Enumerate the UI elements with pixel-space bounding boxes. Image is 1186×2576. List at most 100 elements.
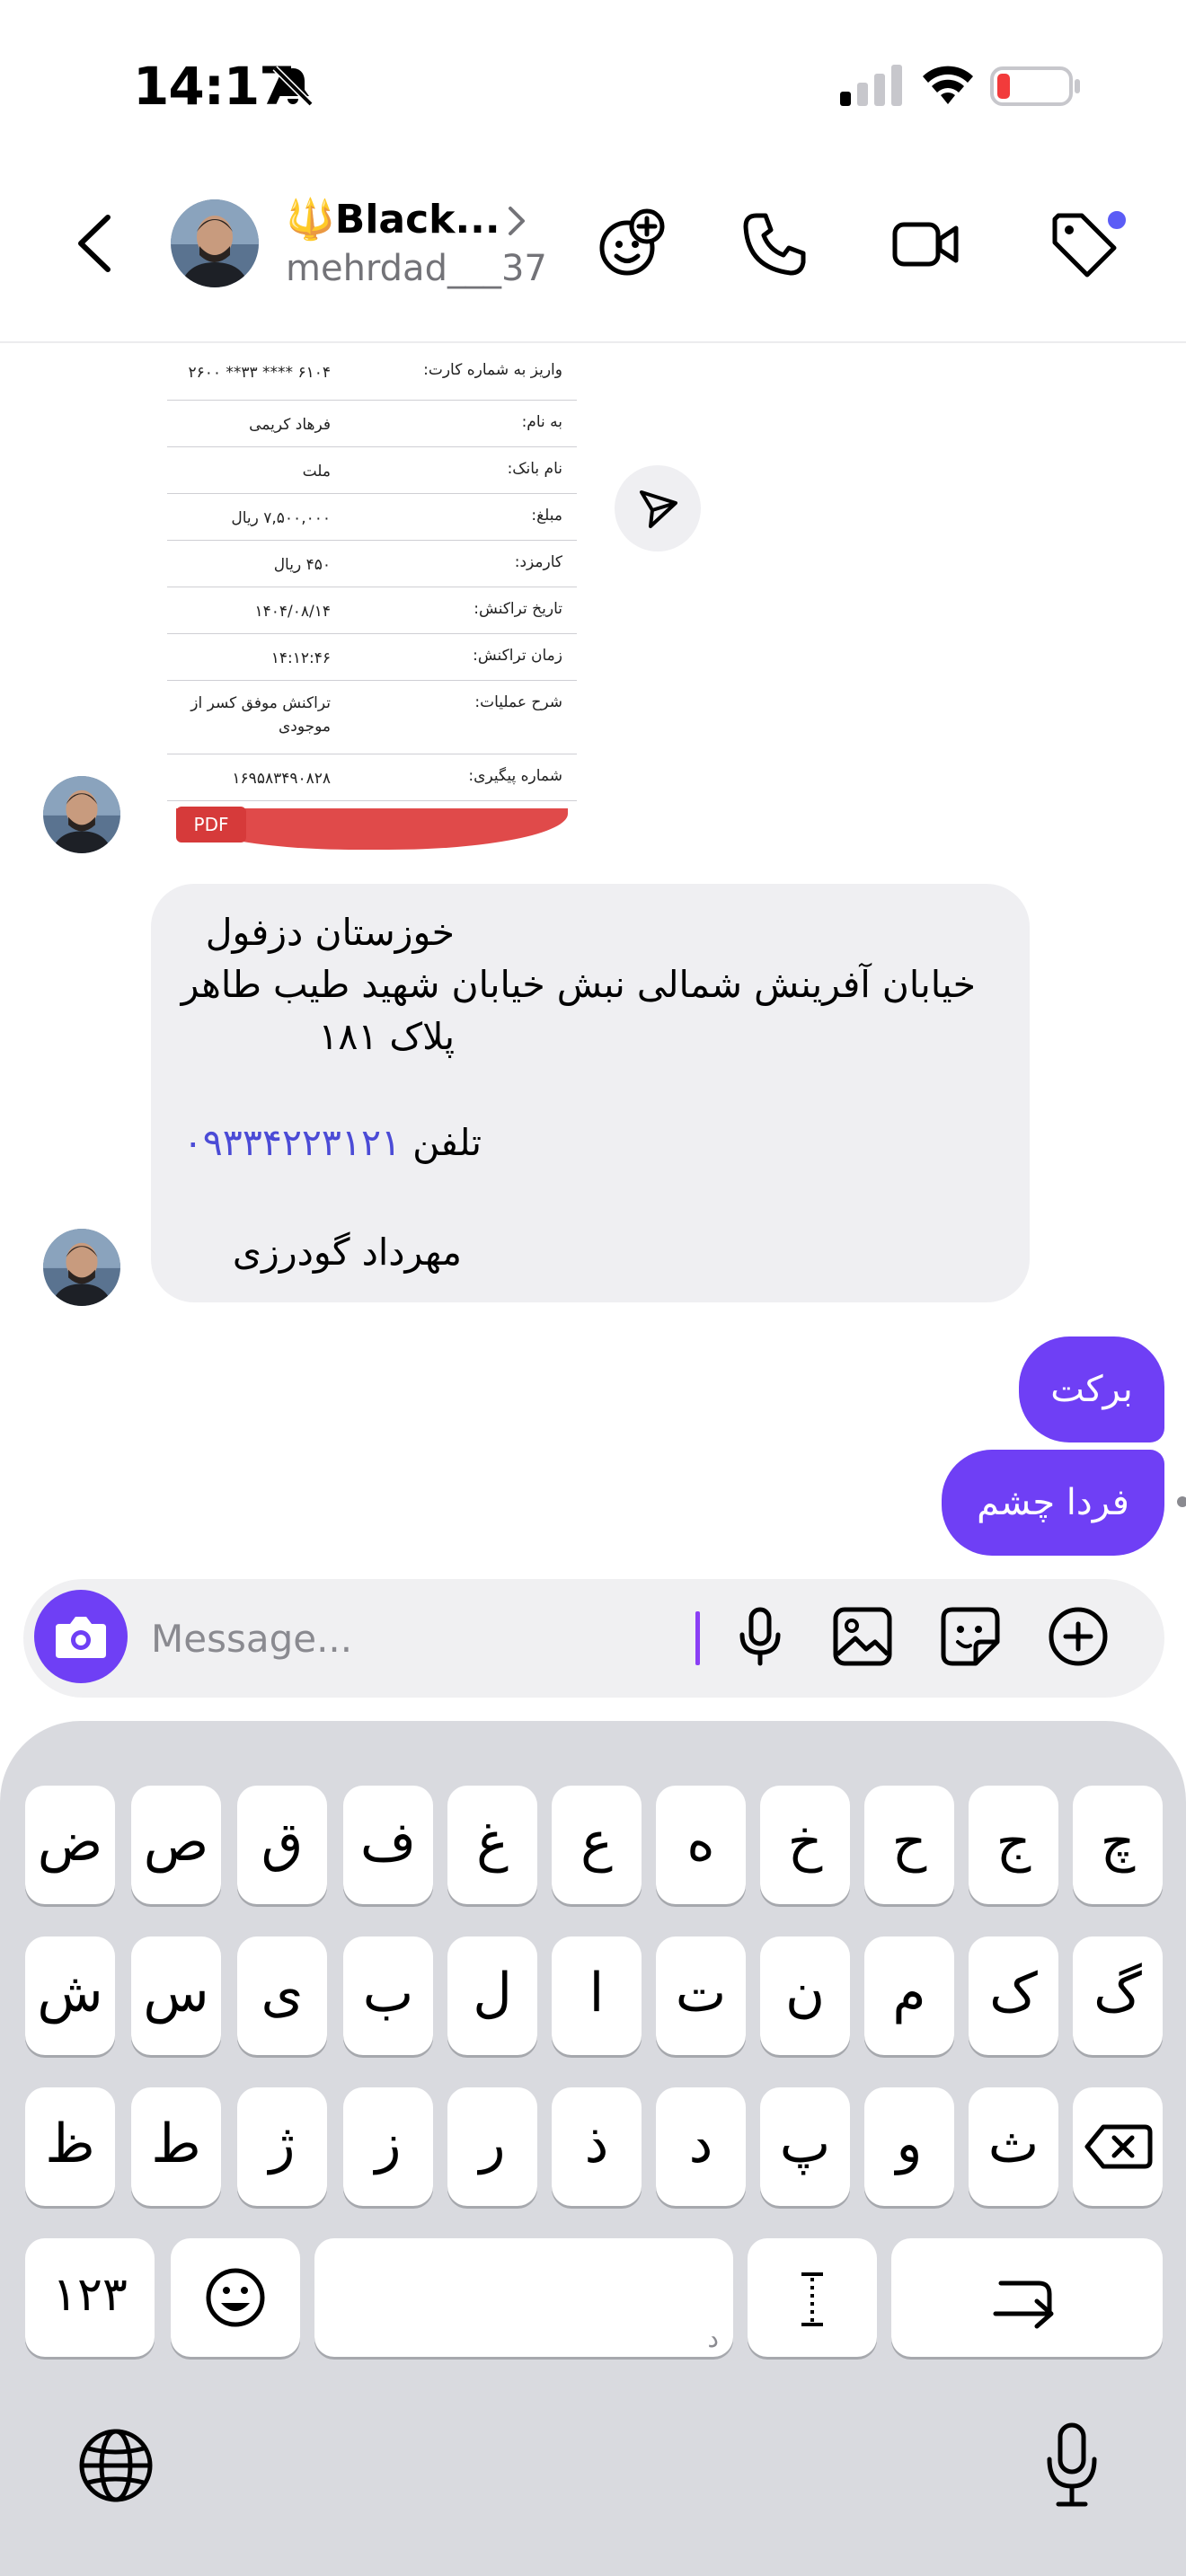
contact-username[interactable]: mehrdad___37 — [286, 248, 547, 289]
contact-avatar[interactable] — [171, 199, 259, 287]
return-arrow-icon — [993, 2280, 1054, 2329]
key[interactable]: غ — [447, 1786, 537, 1904]
phone-line: تلفن ۰۹۳۳۴۲۲۳۱۲۱ — [183, 1121, 482, 1164]
key[interactable]: م — [864, 1936, 954, 2055]
receipt-row: کارمزد: ۴۵۰ ریال — [167, 541, 577, 587]
receipt-value: ۴۵۰ ریال — [273, 556, 331, 574]
key[interactable]: ل — [447, 1936, 537, 2055]
key[interactable]: ه — [656, 1786, 746, 1904]
receipt-row: نام بانک: ملت — [167, 447, 577, 494]
globe-language-icon[interactable] — [75, 2425, 156, 2506]
message-line: خیابان آفرینش شمالی نبش خیابان شهید طیب … — [181, 963, 976, 1006]
receipt-label: شماره پیگیری: — [468, 767, 562, 785]
space-hint: د — [707, 2324, 719, 2353]
receipt-label: واریز به شماره کارت: — [423, 361, 562, 379]
key[interactable]: س — [131, 1936, 221, 2055]
text-cursor — [695, 1611, 700, 1665]
key[interactable]: ت — [656, 1936, 746, 2055]
key[interactable]: ح — [864, 1786, 954, 1904]
sticker-icon[interactable] — [938, 1604, 1003, 1669]
key[interactable]: ش — [25, 1936, 115, 2055]
receipt-value: ۱۶۹۵۸۳۴۹۰۸۲۸ — [232, 770, 331, 788]
key[interactable]: ژ — [237, 2087, 327, 2206]
battery-icon — [990, 66, 1080, 106]
outgoing-message-bubble[interactable]: فردا چشم — [942, 1450, 1164, 1556]
add-sticker-emoji-icon[interactable] — [595, 208, 667, 280]
backspace-key[interactable] — [1073, 2087, 1163, 2206]
back-chevron-icon[interactable] — [72, 212, 119, 275]
key[interactable]: پ — [760, 2087, 850, 2206]
key[interactable]: ج — [969, 1786, 1058, 1904]
camera-button[interactable] — [34, 1590, 128, 1683]
send-share-icon — [640, 490, 677, 528]
zwnj-key[interactable] — [748, 2238, 877, 2357]
message-line: پلاک ۱۸۱ — [318, 1015, 455, 1058]
emoji-icon — [206, 2268, 265, 2327]
key[interactable]: گ — [1073, 1936, 1163, 2055]
avatar-photo — [43, 1229, 120, 1306]
incoming-message-bubble[interactable]: خوزستان دزفول خیابان آفرینش شمالی نبش خی… — [151, 884, 1030, 1302]
key[interactable]: ط — [131, 2087, 221, 2206]
sender-avatar[interactable] — [43, 776, 120, 853]
key[interactable]: ق — [237, 1786, 327, 1904]
emoji-key[interactable] — [171, 2238, 300, 2357]
keyboard: ض ص ق ف غ ع ه خ ح ج چ ش س ی ب ل ا ت ن م … — [0, 1721, 1186, 2576]
bell-off-icon — [272, 66, 314, 107]
return-key[interactable] — [891, 2238, 1163, 2357]
add-plus-icon[interactable] — [1046, 1604, 1111, 1669]
receipt-label: مبلغ: — [531, 507, 562, 525]
phone-number-link[interactable]: ۰۹۳۳۴۲۲۳۱۲۱ — [183, 1121, 401, 1164]
key[interactable]: ا — [552, 1936, 642, 2055]
phone-call-icon[interactable] — [739, 208, 810, 280]
gallery-image-icon[interactable] — [830, 1604, 895, 1669]
key[interactable]: خ — [760, 1786, 850, 1904]
avatar-photo — [171, 199, 259, 287]
key[interactable]: چ — [1073, 1786, 1163, 1904]
receipt-row: مبلغ: ۷,۵۰۰,۰۰۰ ریال — [167, 494, 577, 541]
key[interactable]: ک — [969, 1936, 1058, 2055]
key[interactable]: و — [864, 2087, 954, 2206]
key[interactable]: ن — [760, 1936, 850, 2055]
outgoing-message-bubble[interactable]: برکت — [1019, 1337, 1164, 1442]
receipt-row: شماره پیگیری: ۱۶۹۵۸۳۴۹۰۸۲۸ — [167, 754, 577, 801]
camera-icon — [56, 1617, 106, 1658]
receipt-row: به نام: فرهاد کریمی — [167, 401, 577, 447]
key[interactable]: د — [656, 2087, 746, 2206]
key[interactable]: ع — [552, 1786, 642, 1904]
receipt-value: ۱۴:۱۲:۴۶ — [270, 649, 331, 667]
microphone-icon[interactable] — [728, 1604, 792, 1669]
key[interactable]: ذ — [552, 2087, 642, 2206]
receipt-value: فرهاد کریمی — [249, 416, 331, 434]
contact-name[interactable]: 🔱Black... — [286, 196, 500, 243]
sender-avatar[interactable] — [43, 1229, 120, 1306]
wifi-icon — [923, 66, 973, 104]
phone-label: تلفن — [412, 1121, 482, 1164]
backspace-icon — [1084, 2124, 1153, 2169]
pdf-badge: PDF — [176, 807, 246, 842]
key[interactable]: ض — [25, 1786, 115, 1904]
notification-dot — [1105, 208, 1128, 232]
key[interactable]: ظ — [25, 2087, 115, 2206]
receipt-label: نام بانک: — [507, 460, 562, 478]
receipt-value: ۶۱۰۴ **** ۳۳** ۲۶۰۰ — [188, 364, 331, 382]
receipt-row: زمان تراکنش: ۱۴:۱۲:۴۶ — [167, 634, 577, 681]
space-key[interactable]: د — [314, 2238, 733, 2357]
cellular-signal-icon — [840, 65, 902, 106]
receipt-row: شرح عملیات: تراکنش موفق کسر از موجودی — [167, 681, 577, 754]
chevron-right-icon[interactable] — [503, 203, 530, 239]
key[interactable]: ب — [343, 1936, 433, 2055]
share-button[interactable] — [615, 465, 701, 551]
key[interactable]: ر — [447, 2087, 537, 2206]
receipt-row: تاریخ تراکنش: ۱۴۰۴/۰۸/۱۴ — [167, 587, 577, 634]
receipt-attachment[interactable]: واریز به شماره کارت: ۶۱۰۴ **** ۳۳** ۲۶۰۰… — [167, 345, 577, 848]
key[interactable]: ص — [131, 1786, 221, 1904]
dictation-microphone-icon[interactable] — [1031, 2420, 1112, 2510]
key[interactable]: ف — [343, 1786, 433, 1904]
key[interactable]: ی — [237, 1936, 327, 2055]
video-call-icon[interactable] — [890, 208, 961, 280]
message-input[interactable] — [151, 1610, 690, 1667]
key[interactable]: ز — [343, 2087, 433, 2206]
key[interactable]: ث — [969, 2087, 1058, 2206]
receipt-label: زمان تراکنش: — [473, 647, 562, 665]
numbers-key[interactable]: ۱۲۳ — [25, 2238, 155, 2357]
